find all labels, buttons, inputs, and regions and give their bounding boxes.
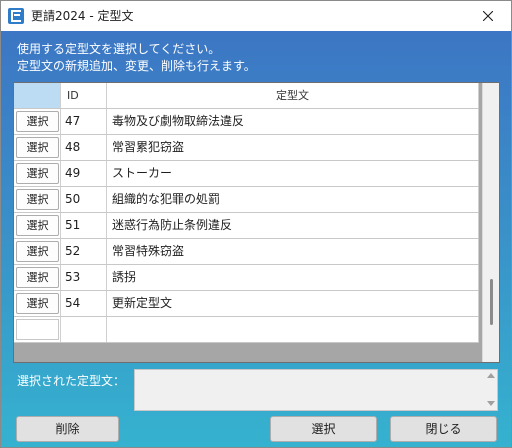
row-select-button[interactable]: 選択 bbox=[16, 267, 59, 288]
row-template-text[interactable]: 迷惑行為防止条例違反 bbox=[107, 213, 479, 238]
row-template-text[interactable]: 誘拐 bbox=[107, 265, 479, 290]
row-template-text[interactable]: 毒物及び劇物取締法違反 bbox=[107, 109, 479, 134]
table-row[interactable]: 選択 49 ストーカー bbox=[14, 161, 479, 187]
row-template-text[interactable]: 更新定型文 bbox=[107, 291, 479, 316]
selected-template-label: 選択された定型文： bbox=[17, 374, 126, 388]
row-id[interactable]: 47 bbox=[61, 109, 107, 134]
row-select-button[interactable]: 選択 bbox=[16, 163, 59, 184]
table-row[interactable]: 選択 47 毒物及び劇物取締法違反 bbox=[14, 109, 479, 135]
grid-content: ID 定型文 選択 47 毒物及び劇物取締法違反 選択 48 常習累犯窃盗 選択 49 ストーカ… bbox=[14, 83, 482, 362]
row-template-text[interactable]: ストーカー bbox=[107, 161, 479, 186]
grid-vertical-scrollbar[interactable] bbox=[482, 83, 499, 362]
close-button[interactable]: 閉じる bbox=[390, 416, 497, 442]
row-id[interactable]: 48 bbox=[61, 135, 107, 160]
row-id[interactable]: 53 bbox=[61, 265, 107, 290]
scroll-down-arrow-icon[interactable] bbox=[487, 401, 495, 406]
row-select-button[interactable]: 選択 bbox=[16, 215, 59, 236]
row-id[interactable]: 54 bbox=[61, 291, 107, 316]
window-title: 更請2024 - 定型文 bbox=[31, 9, 134, 23]
dialog-window: 更請2024 - 定型文 使用する定型文を選択してください。 定型文の新規追加、… bbox=[0, 0, 512, 448]
template-grid: ID 定型文 選択 47 毒物及び劇物取締法違反 選択 48 常習累犯窃盗 選択 49 ストーカ… bbox=[13, 82, 500, 363]
table-row[interactable]: 選択 54 更新定型文 bbox=[14, 291, 479, 317]
grid-header-row: ID 定型文 bbox=[14, 83, 479, 109]
table-row[interactable]: 選択 53 誘拐 bbox=[14, 265, 479, 291]
header-id[interactable]: ID bbox=[61, 83, 107, 108]
select-button[interactable]: 選択 bbox=[270, 416, 377, 442]
new-row-slot[interactable] bbox=[16, 319, 59, 340]
row-select-button[interactable]: 選択 bbox=[16, 137, 59, 158]
row-button-cell: 選択 bbox=[14, 109, 61, 134]
scrollbar-thumb[interactable] bbox=[490, 279, 493, 325]
row-button-cell: 選択 bbox=[14, 135, 61, 160]
row-id[interactable]: 52 bbox=[61, 239, 107, 264]
selected-template-field[interactable] bbox=[134, 369, 498, 411]
row-template-text[interactable]: 常習累犯窃盗 bbox=[107, 135, 479, 160]
row-button-cell: 選択 bbox=[14, 291, 61, 316]
scroll-up-arrow-icon[interactable] bbox=[487, 373, 495, 378]
new-row-button-cell bbox=[14, 317, 61, 342]
row-template-text[interactable]: 組織的な犯罪の処罰 bbox=[107, 187, 479, 212]
row-button-cell: 選択 bbox=[14, 239, 61, 264]
app-icon bbox=[8, 8, 24, 24]
selected-field-scrollbar[interactable] bbox=[484, 370, 498, 410]
table-row[interactable]: 選択 48 常習累犯窃盗 bbox=[14, 135, 479, 161]
table-row[interactable]: 選択 51 迷惑行為防止条例違反 bbox=[14, 213, 479, 239]
table-row[interactable]: 選択 50 組織的な犯罪の処罰 bbox=[14, 187, 479, 213]
row-select-button[interactable]: 選択 bbox=[16, 293, 59, 314]
delete-button[interactable]: 削除 bbox=[16, 416, 119, 442]
row-button-cell: 選択 bbox=[14, 265, 61, 290]
row-button-cell: 選択 bbox=[14, 187, 61, 212]
header-corner-cell[interactable] bbox=[14, 83, 61, 108]
row-id[interactable]: 51 bbox=[61, 213, 107, 238]
new-row-id-cell[interactable] bbox=[61, 317, 107, 342]
row-button-cell: 選択 bbox=[14, 213, 61, 238]
row-id[interactable]: 49 bbox=[61, 161, 107, 186]
row-select-button[interactable]: 選択 bbox=[16, 241, 59, 262]
window-close-button[interactable] bbox=[465, 1, 511, 31]
instruction-line-1: 使用する定型文を選択してください。 bbox=[17, 42, 221, 56]
title-bar: 更請2024 - 定型文 bbox=[1, 1, 511, 31]
dialog-body: 使用する定型文を選択してください。 定型文の新規追加、変更、削除も行えます。 I… bbox=[1, 31, 511, 447]
row-id[interactable]: 50 bbox=[61, 187, 107, 212]
new-row-text-cell[interactable] bbox=[107, 317, 479, 342]
row-button-cell: 選択 bbox=[14, 161, 61, 186]
row-select-button[interactable]: 選択 bbox=[16, 111, 59, 132]
instruction-line-2: 定型文の新規追加、変更、削除も行えます。 bbox=[17, 59, 256, 73]
close-icon bbox=[483, 11, 493, 21]
row-template-text[interactable]: 常習特殊窃盗 bbox=[107, 239, 479, 264]
header-template-text[interactable]: 定型文 bbox=[107, 83, 479, 108]
table-row[interactable]: 選択 52 常習特殊窃盗 bbox=[14, 239, 479, 265]
row-select-button[interactable]: 選択 bbox=[16, 189, 59, 210]
new-row[interactable] bbox=[14, 317, 479, 343]
